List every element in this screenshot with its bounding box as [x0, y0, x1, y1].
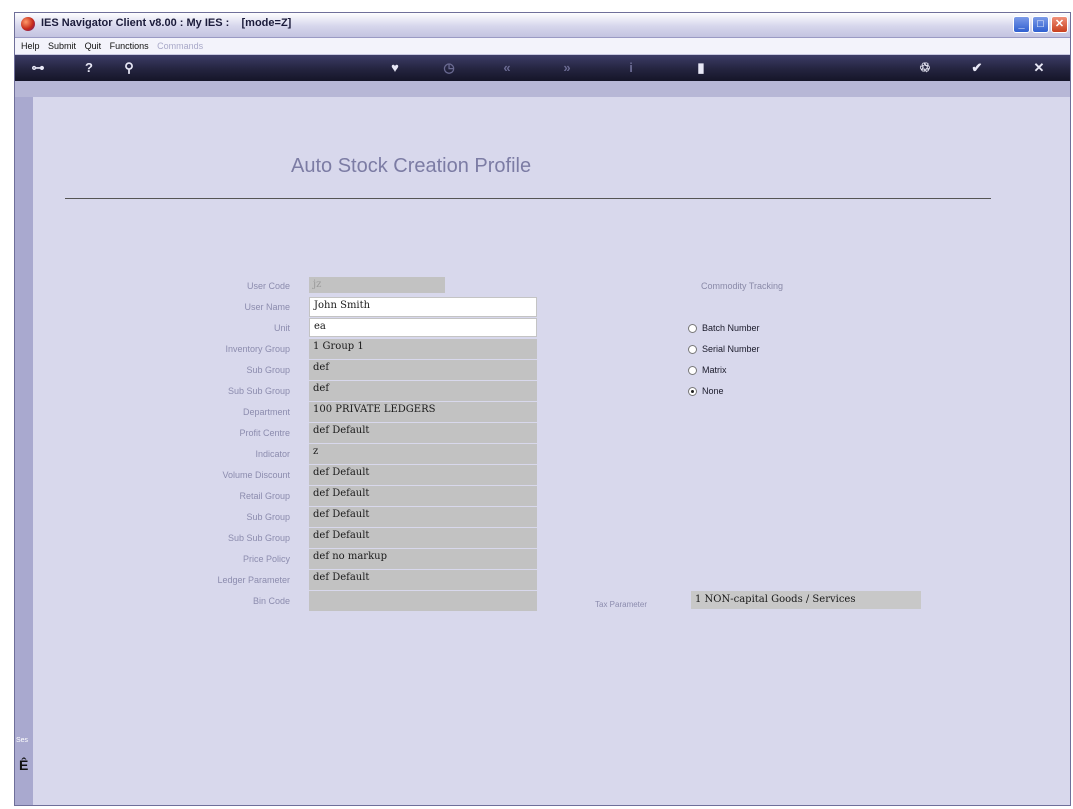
volume-discount-label: Volume Discount: [222, 470, 290, 480]
window-title-text: IES Navigator Client v8.00 : My IES :: [41, 17, 230, 29]
close-window-button[interactable]: ✕: [1051, 16, 1068, 33]
help-icon[interactable]: ?: [79, 58, 99, 78]
commodity-tracking-label: Commodity Tracking: [701, 281, 784, 291]
tax-parameter-label: Tax Parameter: [595, 600, 648, 609]
user-name-label: User Name: [244, 302, 290, 312]
heart-icon[interactable]: ♥: [385, 58, 405, 78]
retail-sub-sub-group-label: Sub Sub Group: [227, 533, 290, 543]
retail-sub-group-field[interactable]: def Default: [309, 507, 537, 527]
radio-label: Batch Number: [702, 323, 760, 333]
retail-group-field[interactable]: def Default: [309, 486, 537, 506]
close-icon[interactable]: ✕: [1029, 58, 1049, 78]
unit-field[interactable]: ea: [309, 318, 537, 337]
profit-centre-field[interactable]: def Default: [309, 423, 537, 443]
recycle-icon[interactable]: ♲: [915, 58, 935, 78]
tax-parameter-field[interactable]: 1 NON-capital Goods / Services: [691, 591, 921, 609]
bin-code-label: Bin Code: [252, 596, 290, 606]
left-panel: [15, 97, 33, 805]
radio-circle-icon: [688, 345, 697, 355]
retail-sub-group-label: Sub Group: [246, 512, 290, 522]
indicator-field[interactable]: z: [309, 444, 537, 464]
toolbar: ⊶ ? ⚲ ♥ ◷ « » i ▮ ♲ ✔ ✕: [15, 55, 1070, 81]
menu-commands: Commands: [157, 41, 204, 51]
department-field[interactable]: 100 PRIVATE LEDGERS: [309, 402, 537, 422]
forward-icon[interactable]: »: [557, 58, 577, 78]
radio-selected-icon: [688, 387, 697, 397]
radio-matrix[interactable]: Matrix: [688, 365, 727, 376]
ledger-parameter-label: Ledger Parameter: [217, 575, 290, 585]
app-logo-icon: [21, 17, 35, 31]
inventory-group-field[interactable]: 1 Group 1: [309, 339, 537, 359]
radio-label: Matrix: [702, 365, 727, 375]
radio-batch-number[interactable]: Batch Number: [688, 323, 760, 334]
department-label: Department: [242, 407, 290, 417]
price-policy-field[interactable]: def no markup: [309, 549, 537, 569]
ok-icon[interactable]: ✔: [967, 58, 987, 78]
retail-group-label: Retail Group: [239, 491, 290, 501]
sub-sub-group-field[interactable]: def: [309, 381, 537, 401]
menu-help[interactable]: Help: [21, 41, 40, 51]
inventory-group-label: Inventory Group: [225, 344, 290, 354]
app-window: IES Navigator Client v8.00 : My IES : [m…: [14, 12, 1071, 806]
user-code-field[interactable]: jz: [309, 277, 445, 293]
left-panel-icon[interactable]: Ê: [19, 757, 28, 773]
radio-serial-number[interactable]: Serial Number: [688, 344, 760, 355]
title-divider: [65, 198, 991, 199]
retail-sub-sub-group-field[interactable]: def Default: [309, 528, 537, 548]
radio-label: None: [702, 386, 724, 396]
profit-centre-label: Profit Centre: [239, 428, 290, 438]
key-icon[interactable]: ⊶: [23, 58, 53, 78]
left-panel-tag: Ses: [16, 737, 29, 744]
document-icon[interactable]: ▮: [691, 58, 711, 78]
title-bar[interactable]: IES Navigator Client v8.00 : My IES : [m…: [15, 13, 1070, 38]
user-code-label: User Code: [246, 281, 290, 291]
search-icon[interactable]: ⚲: [119, 58, 139, 78]
menu-submit[interactable]: Submit: [48, 41, 76, 51]
minimize-button[interactable]: _: [1013, 16, 1030, 33]
sub-group-field[interactable]: def: [309, 360, 537, 380]
volume-discount-field[interactable]: def Default: [309, 465, 537, 485]
bin-code-field[interactable]: [309, 591, 537, 611]
radio-none[interactable]: None: [688, 386, 724, 397]
window-mode-text: [mode=Z]: [241, 17, 292, 29]
clock-icon[interactable]: ◷: [439, 58, 459, 78]
form-area: [33, 97, 1070, 805]
indicator-label: Indicator: [255, 449, 290, 459]
radio-circle-icon: [688, 366, 697, 376]
menu-functions[interactable]: Functions: [110, 41, 149, 51]
ledger-parameter-field[interactable]: def Default: [309, 570, 537, 590]
radio-circle-icon: [688, 324, 697, 334]
info-icon[interactable]: i: [621, 58, 641, 78]
window-title: IES Navigator Client v8.00 : My IES : [m…: [41, 17, 291, 29]
back-icon[interactable]: «: [497, 58, 517, 78]
menu-quit[interactable]: Quit: [85, 41, 102, 51]
menu-bar: Help Submit Quit Functions Commands: [15, 38, 1070, 55]
page-title: Auto Stock Creation Profile: [291, 155, 532, 177]
user-name-field[interactable]: John Smith: [309, 297, 537, 317]
sub-group-label: Sub Group: [246, 365, 290, 375]
maximize-button[interactable]: □: [1032, 16, 1049, 33]
price-policy-label: Price Policy: [242, 554, 290, 564]
unit-label: Unit: [273, 323, 290, 333]
sub-sub-group-label: Sub Sub Group: [227, 386, 290, 396]
radio-label: Serial Number: [702, 344, 760, 354]
